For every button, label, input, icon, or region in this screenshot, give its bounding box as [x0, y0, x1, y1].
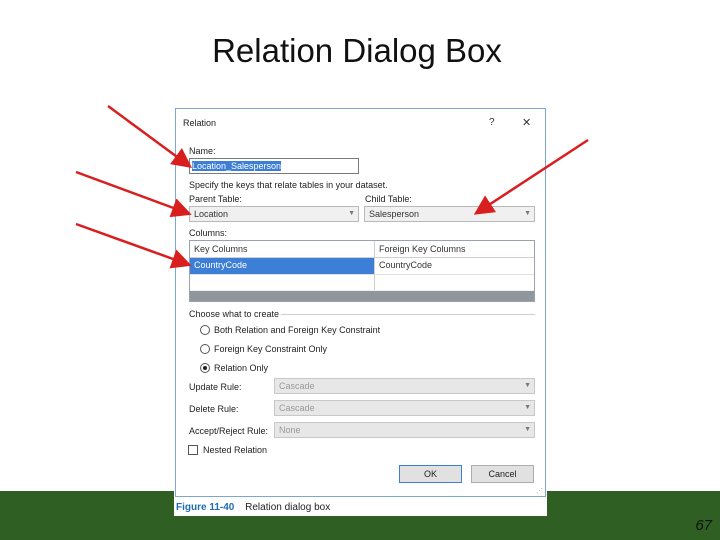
grid-header-key-columns[interactable]: Key Columns: [190, 241, 374, 258]
slide-title: Relation Dialog Box: [212, 32, 502, 69]
arrow-to-parent-table: [75, 170, 192, 218]
accept-reject-rule-label: Accept/Reject Rule:: [189, 426, 269, 436]
help-icon[interactable]: ?: [489, 117, 495, 128]
update-rule-select[interactable]: Cascade ▼: [274, 378, 535, 394]
caption-text: Relation dialog box: [245, 502, 331, 513]
dialog-titlebar[interactable]: Relation ? ✕: [176, 109, 545, 135]
group-divider: [281, 314, 535, 315]
child-table-label: Child Table:: [365, 194, 412, 204]
name-input[interactable]: Location_Salesperson: [189, 158, 359, 174]
instruction-text: Specify the keys that relate tables in y…: [189, 180, 388, 190]
grid-new-row-key[interactable]: [190, 274, 374, 290]
parent-table-select[interactable]: Location ▼: [189, 206, 359, 222]
figure: Relation ? ✕ Name: Location_Salesperson …: [174, 107, 547, 516]
grid-cell-key-column[interactable]: CountryCode: [190, 258, 374, 274]
parent-table-label: Parent Table:: [189, 194, 242, 204]
accept-reject-rule-value: None: [279, 425, 301, 435]
chevron-down-icon: ▼: [524, 426, 531, 433]
close-icon[interactable]: ✕: [522, 116, 531, 129]
radio-both[interactable]: [200, 325, 210, 335]
radio-foreign-key-only[interactable]: [200, 344, 210, 354]
delete-rule-select[interactable]: Cascade ▼: [274, 400, 535, 416]
columns-label: Columns:: [189, 228, 228, 238]
columns-grid[interactable]: Key Columns Foreign Key Columns CountryC…: [189, 240, 535, 302]
name-value: Location_Salesperson: [192, 161, 282, 171]
name-label: Name:: [189, 146, 216, 156]
delete-rule-value: Cascade: [279, 403, 315, 413]
dialog-title: Relation: [183, 118, 217, 128]
nested-relation-checkbox[interactable]: [188, 445, 198, 455]
child-table-value: Salesperson: [369, 209, 420, 219]
parent-table-value: Location: [194, 209, 229, 219]
radio-foreign-key-only-label[interactable]: Foreign Key Constraint Only: [214, 344, 327, 354]
figure-caption: Figure 11-40 Relation dialog box: [176, 502, 330, 513]
arrow-to-key-columns: [75, 222, 192, 269]
child-table-select[interactable]: Salesperson ▼: [364, 206, 535, 222]
radio-relation-only[interactable]: [200, 363, 210, 373]
update-rule-value: Cascade: [279, 381, 315, 391]
grid-empty-area: [190, 291, 534, 301]
radio-relation-only-label[interactable]: Relation Only: [214, 363, 268, 373]
relation-dialog: Relation ? ✕ Name: Location_Salesperson …: [175, 108, 546, 497]
page-number: 67: [695, 517, 712, 534]
delete-rule-label: Delete Rule:: [189, 404, 239, 414]
chevron-down-icon: ▼: [524, 404, 531, 411]
grid-new-row-foreign[interactable]: [374, 274, 534, 290]
radio-both-label[interactable]: Both Relation and Foreign Key Constraint: [214, 325, 380, 335]
figure-number: Figure 11-40: [176, 502, 235, 513]
grid-cell-foreign-key-column[interactable]: CountryCode: [374, 258, 534, 274]
chevron-down-icon: ▼: [348, 210, 355, 217]
grid-header-foreign-key-columns[interactable]: Foreign Key Columns: [374, 241, 534, 258]
nested-relation-label[interactable]: Nested Relation: [203, 445, 267, 455]
accept-reject-rule-select[interactable]: None ▼: [274, 422, 535, 438]
choose-label: Choose what to create: [189, 309, 280, 319]
chevron-down-icon: ▼: [524, 382, 531, 389]
ok-button[interactable]: OK: [399, 465, 462, 483]
chevron-down-icon: ▼: [524, 210, 531, 217]
update-rule-label: Update Rule:: [189, 382, 242, 392]
cancel-button[interactable]: Cancel: [471, 465, 534, 483]
resize-grip-icon[interactable]: ⋰: [536, 487, 543, 495]
